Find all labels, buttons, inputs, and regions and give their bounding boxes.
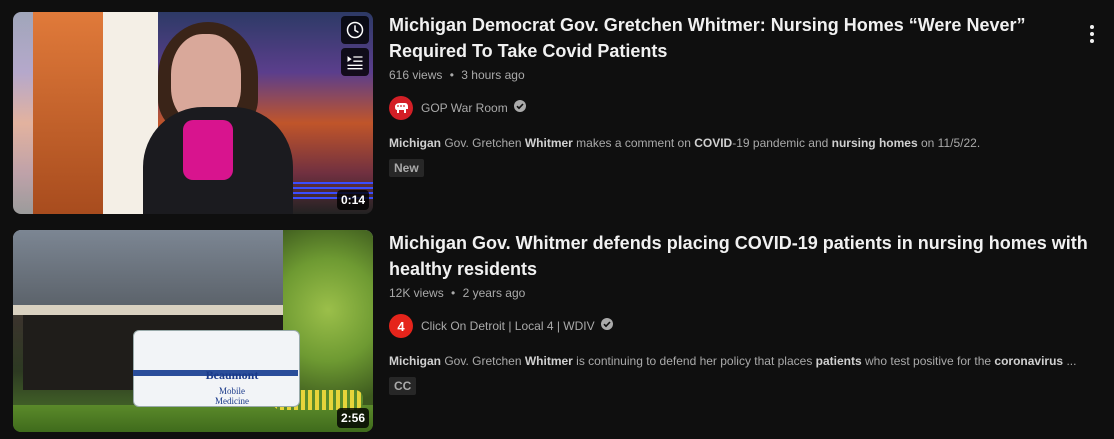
video-description: Michigan Gov. Gretchen Whitmer is contin…	[389, 352, 1089, 370]
more-actions-button[interactable]	[1080, 22, 1104, 46]
video-thumbnail[interactable]: 0:14	[13, 12, 373, 214]
description-segment: patients	[815, 354, 862, 368]
video-description: Michigan Gov. Gretchen Whitmer makes a c…	[389, 134, 1089, 152]
description-segment: Gov. Gretchen	[441, 136, 525, 150]
description-segment: Gov. Gretchen	[441, 354, 525, 368]
new-badge: New	[389, 159, 424, 177]
add-to-queue-icon	[347, 56, 363, 70]
channel-name[interactable]: Click On Detroit | Local 4 | WDIV	[421, 319, 595, 333]
description-segment: on 11/5/22.	[917, 136, 981, 150]
upload-age: 2 years ago	[462, 286, 526, 300]
view-count: 12K views	[389, 286, 444, 300]
thumbnail-background	[33, 12, 103, 214]
video-duration: 2:56	[336, 408, 369, 428]
verified-badge-icon	[600, 317, 614, 336]
channel-avatar[interactable]: 4	[389, 314, 413, 338]
verified-badge-icon	[513, 99, 527, 118]
description-segment: is continuing to defend her policy that …	[572, 354, 816, 368]
description-segment: Michigan	[389, 136, 442, 150]
video-info: Michigan Gov. Whitmer defends placing CO…	[389, 230, 1089, 395]
channel-name[interactable]: GOP War Room	[421, 101, 508, 115]
description-segment: makes a comment on	[572, 136, 695, 150]
channel-avatar[interactable]	[389, 96, 413, 120]
video-info: Michigan Democrat Gov. Gretchen Whitmer:…	[389, 12, 1089, 177]
upload-age: 3 hours ago	[461, 68, 525, 82]
closed-captions-badge: CC	[389, 377, 417, 395]
video-title[interactable]: Michigan Gov. Whitmer defends placing CO…	[389, 230, 1089, 282]
description-segment: nursing homes	[831, 136, 918, 150]
description-segment: Whitmer	[524, 136, 573, 150]
video-meta: 12K views • 2 years ago	[389, 284, 1089, 302]
kebab-dot-icon	[1090, 25, 1094, 29]
video-thumbnail[interactable]: Beaumont Mobile Medicine 2:56	[13, 230, 373, 432]
description-segment: Michigan	[389, 354, 442, 368]
meta-separator: •	[451, 286, 456, 300]
add-to-queue-button[interactable]	[341, 48, 369, 76]
kebab-dot-icon	[1090, 39, 1094, 43]
description-segment: COVID	[694, 136, 733, 150]
kebab-dot-icon	[1090, 32, 1094, 36]
view-count: 616 views	[389, 68, 443, 82]
video-title[interactable]: Michigan Democrat Gov. Gretchen Whitmer:…	[389, 12, 1089, 64]
video-meta: 616 views • 3 hours ago	[389, 66, 1089, 84]
watch-later-icon	[346, 21, 364, 39]
thumbnail-building	[13, 305, 313, 315]
description-segment: -19 pandemic and	[732, 136, 832, 150]
local-4-icon: 4	[397, 318, 405, 334]
video-duration: 0:14	[336, 190, 369, 210]
description-segment: ...	[1063, 354, 1077, 368]
republican-elephant-icon	[395, 103, 408, 113]
description-segment: Whitmer	[524, 354, 573, 368]
description-segment: coronavirus	[994, 354, 1064, 368]
thumbnail-building	[13, 230, 313, 305]
channel-link[interactable]: 4 Click On Detroit | Local 4 | WDIV	[389, 314, 1089, 338]
meta-separator: •	[449, 68, 454, 82]
description-segment: who test positive for the	[861, 354, 995, 368]
ambulance-lettering: Beaumont	[205, 368, 259, 382]
thumbnail-person	[183, 120, 233, 180]
watch-later-button[interactable]	[341, 16, 369, 44]
ambulance-lettering: Mobile Medicine	[215, 386, 249, 406]
channel-link[interactable]: GOP War Room	[389, 96, 1089, 120]
